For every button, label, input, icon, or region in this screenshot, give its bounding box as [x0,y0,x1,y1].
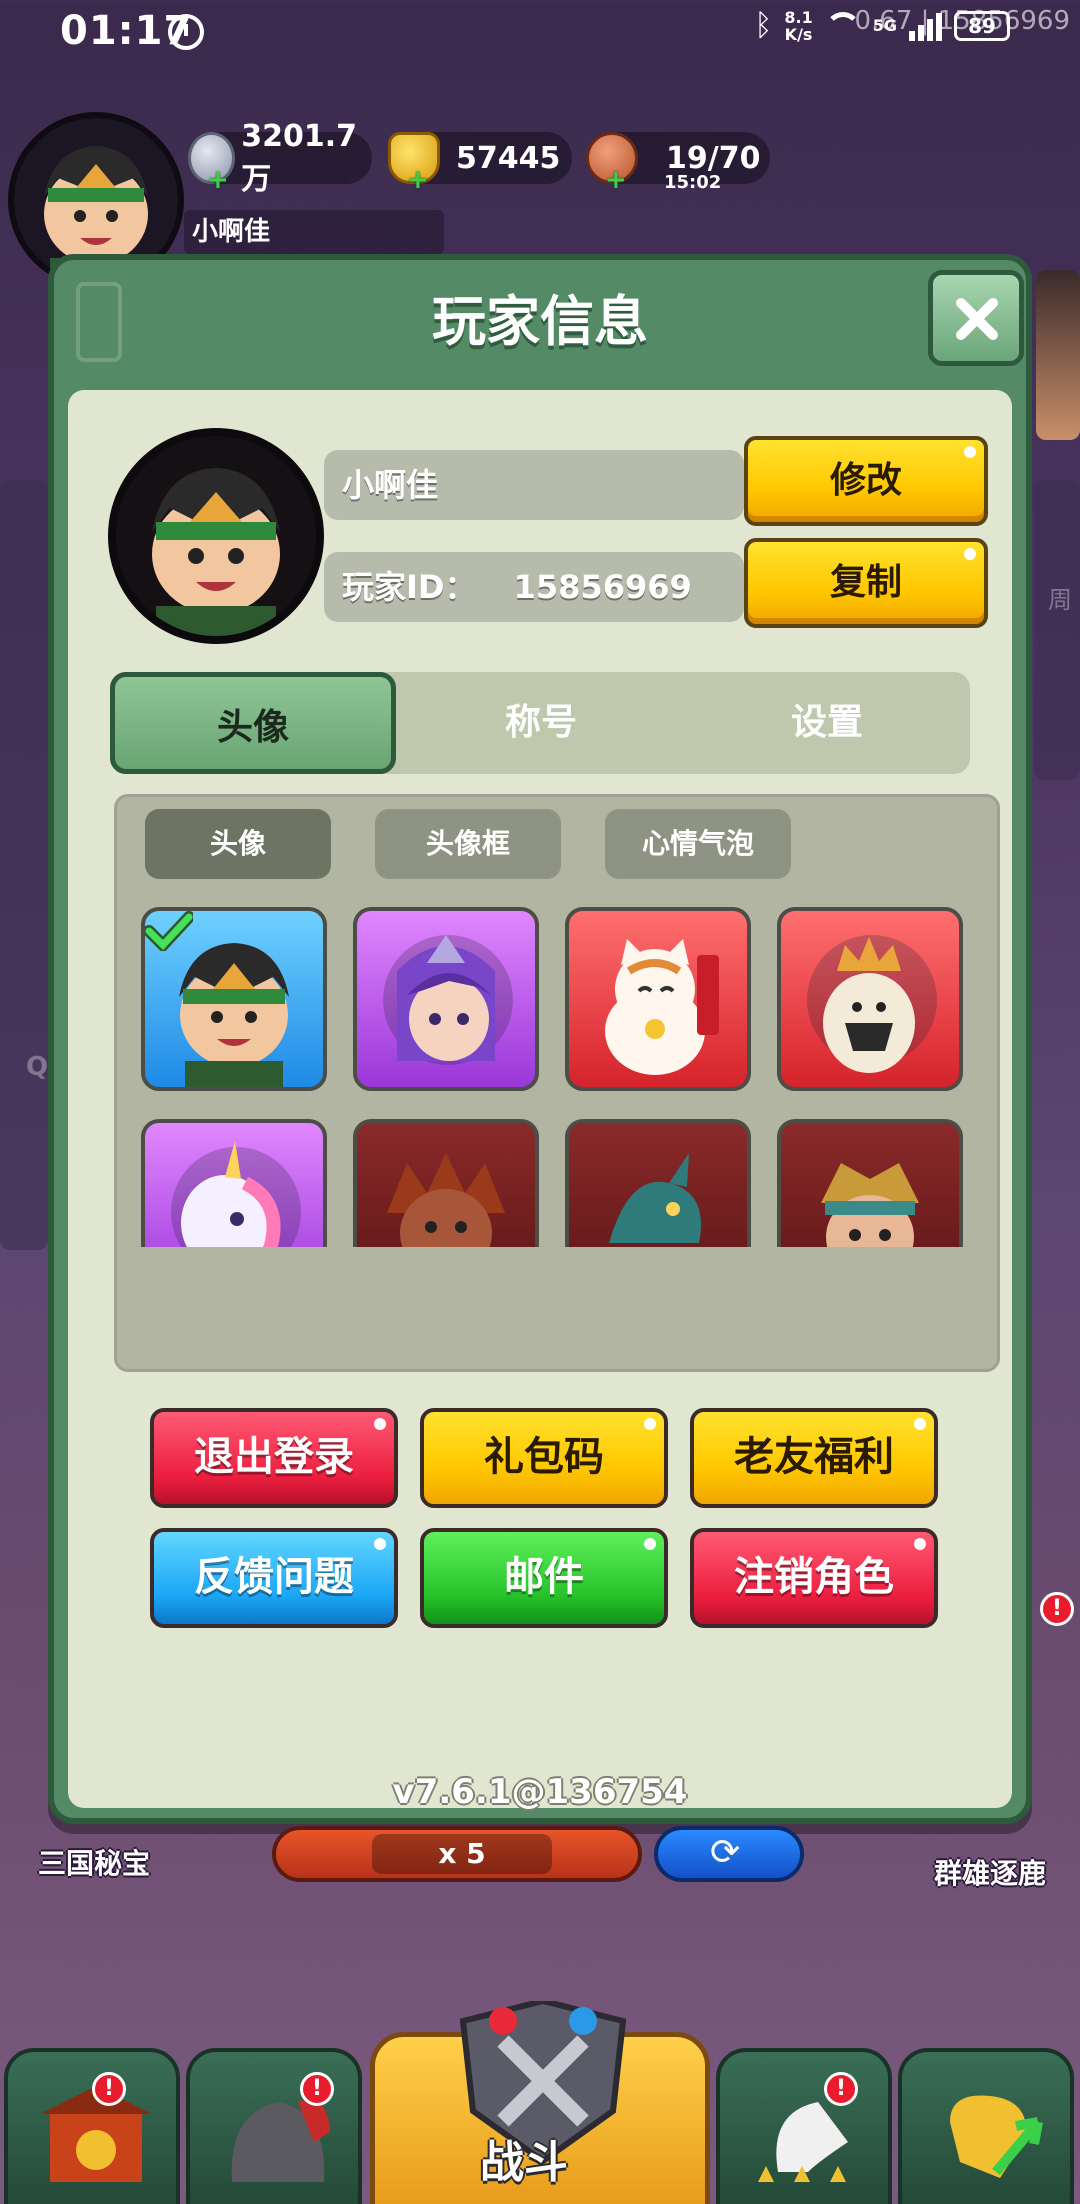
selected-check-icon [145,911,193,951]
refresh-icon: ⟳ [710,1832,741,1873]
three-kingdoms-treasure-label[interactable]: 三国秘宝 [38,1842,150,1882]
refresh-button[interactable]: ⟳ [654,1826,804,1882]
network-speed: 8.1 K/s [784,7,813,44]
player-name-field: 小啊佳 [324,450,744,520]
tab-bar: 头像 称号 设置 [110,672,970,774]
nav-castle[interactable]: ! [4,2048,180,2204]
add-silver-icon[interactable]: + [207,165,229,195]
signal-icon [909,11,942,41]
silver-coin-icon: + [188,132,236,195]
subtab-avatar[interactable]: 头像 [145,809,331,879]
profile-avatar[interactable] [108,428,324,644]
side-character-portrait [1036,270,1080,440]
gold-amount: 57445 [456,140,561,176]
left-side-panel [0,480,48,1250]
gift-code-button[interactable]: 礼包码 [420,1408,668,1508]
warlords-contest-label[interactable]: 群雄逐鹿 [934,1852,1046,1892]
tab-settings[interactable]: 设置 [684,672,970,774]
add-stamina-icon[interactable]: + [605,165,627,195]
right-side-panel [1034,480,1080,780]
warrior-avatar-icon [152,468,280,636]
network-type: 5G [872,16,897,35]
start-battle-cost-button[interactable]: x 5 [272,1826,642,1882]
dialog-panel: 小啊佳 修改 玩家ID： 15856969 复制 头像 称号 设置 头像 头像框… [68,390,1012,1812]
nav-equipment[interactable]: ! [186,2048,362,2204]
subtab-avatar-frame[interactable]: 头像框 [375,809,561,879]
notification-badge: ! [1040,1592,1074,1626]
tab-avatar[interactable]: 头像 [110,672,396,774]
avatar-option-1[interactable] [141,907,327,1091]
subtab-mood-bubble[interactable]: 心情气泡 [605,809,791,879]
nav-heroes[interactable]: ! [716,2048,892,2204]
notification-badge: ! [824,2072,858,2106]
notification-badge: ! [300,2072,334,2106]
delete-character-button[interactable]: 注销角色 [690,1528,938,1628]
status-icons: ᛒ 8.1 K/s 5G 89 [754,8,1010,43]
tab-title[interactable]: 称号 [398,672,684,774]
nav-upgrade[interactable] [898,2048,1074,2204]
feedback-button[interactable]: 反馈问题 [150,1528,398,1628]
copy-id-button[interactable]: 复制 [744,538,988,628]
fist-upgrade-icon [950,2095,1043,2178]
wifi-icon [824,11,861,40]
gold-ingot-icon: + [388,132,440,195]
silver-amount: 3201.7万 [241,118,358,197]
meat-icon: + [586,132,638,195]
stamina-timer: 15:02 [664,172,722,193]
version-label: v7.6.1@136754 [392,1772,688,1812]
player-id-field: 玩家ID： 15856969 [324,552,744,622]
silver-resource[interactable]: + 3201.7万 [188,119,372,197]
avatar-option-3[interactable] [565,907,751,1091]
battle-label: 战斗 [480,2137,568,2188]
add-gold-icon[interactable]: + [407,165,429,195]
stamina-amount: 19/70 [666,140,761,176]
alarm-icon [168,14,204,50]
avatar-option-2[interactable] [353,907,539,1091]
status-bar: 01:17 0.67 | 15856969 ᛒ 8.1 K/s 5G 89 [0,0,1080,64]
cost-amount: x 5 [372,1834,552,1874]
modify-name-button[interactable]: 修改 [744,436,988,526]
avatar-selection-box: 头像 头像框 心情气泡 [114,794,1000,1372]
gold-resource[interactable]: + 57445 [388,132,572,195]
top-player-name: 小啊佳 [184,210,444,254]
lucky-cat-avatar-icon [605,939,719,1075]
close-icon [956,298,998,340]
mage-girl-avatar-icon [397,935,495,1061]
player-id-value: 15856969 [513,568,692,606]
player-info-dialog: 玩家信息 小啊佳 修改 玩家ID： 15856969 复制 头像 称号 设置 头… [48,254,1032,1824]
close-button[interactable] [928,270,1024,366]
mail-button[interactable]: 邮件 [420,1528,668,1628]
avatar-option-4[interactable] [777,907,963,1091]
alpaca-king-avatar-icon [823,937,915,1073]
battery-indicator: 89 [954,10,1010,41]
notification-badge: ! [92,2072,126,2106]
old-friend-benefit-button[interactable]: 老友福利 [690,1408,938,1508]
dialog-title: 玩家信息 [432,290,648,353]
logout-button[interactable]: 退出登录 [150,1408,398,1508]
bluetooth-icon: ᛒ [754,8,773,43]
